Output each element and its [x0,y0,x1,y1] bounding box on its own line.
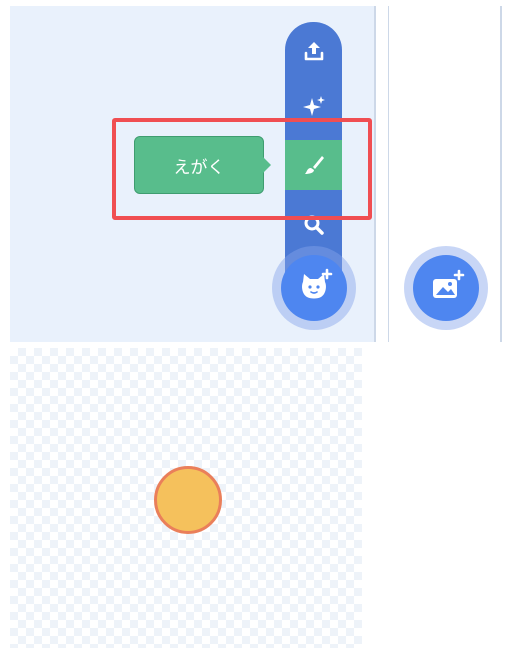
pane-edge [500,6,502,342]
upload-icon [304,42,323,61]
choose-backdrop-button-face[interactable] [413,255,479,321]
image-plus-icon [433,269,465,298]
cat-plus-icon [302,268,333,299]
choose-sprite-button[interactable] [272,246,356,330]
choose-sprite-button-face[interactable] [281,255,347,321]
sprite-circle[interactable] [154,466,222,534]
pane-divider [374,6,376,342]
sparkle-icon [302,96,325,116]
choose-backdrop-button[interactable] [404,246,488,330]
upload-sprite-button[interactable] [285,26,342,76]
highlight-box [112,118,372,220]
